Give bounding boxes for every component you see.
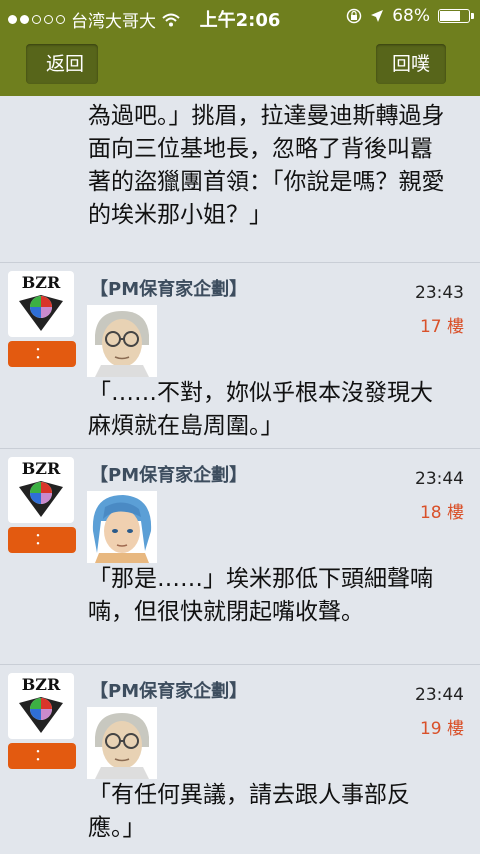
post-time: 23:43	[415, 283, 464, 303]
status-bar: 台湾大哥大 上午2:06 68%	[0, 0, 480, 34]
post-17: BZR ： 【PM保育家企劃】 23:43 17 樓 「……不對，妳似乎根本沒發…	[0, 262, 480, 449]
post-18: BZR ： 【PM保育家企劃】 23:44 18 樓 「那是……」埃米那低下頭細…	[0, 448, 480, 665]
post-text: 「有任何異議，請去跟人事部反應。」	[88, 782, 410, 841]
post-author[interactable]: 【PM保育家企劃】	[90, 461, 247, 487]
more-button[interactable]: ：	[8, 341, 76, 367]
avatar-blue-haired-girl[interactable]	[87, 491, 157, 563]
battery-icon	[438, 9, 474, 23]
location-icon	[371, 10, 384, 22]
battery-percent: 68%	[392, 6, 430, 26]
thread-content[interactable]: 為過吧。」挑眉，拉達曼迪斯轉過身面向三位基地長，忽略了背後叫囂著的盜獵團首領：「…	[0, 96, 480, 854]
bzr-logo: BZR	[8, 271, 74, 337]
avatar-elderly-man[interactable]	[87, 305, 157, 377]
post-time: 23:44	[415, 469, 464, 489]
more-button[interactable]: ：	[8, 527, 76, 553]
avatar-elderly-man[interactable]	[87, 707, 157, 779]
post-author[interactable]: 【PM保育家企劃】	[90, 275, 247, 301]
post-19: BZR ： 【PM保育家企劃】 23:44 19 樓 「有任何異議，請去跟人事部…	[0, 664, 480, 854]
previous-post-text: 為過吧。」挑眉，拉達曼迪斯轉過身面向三位基地長，忽略了背後叫囂著的盜獵團首領：「…	[88, 103, 445, 228]
post-floor: 19 樓	[419, 719, 464, 739]
nav-bar: 返回 回噗	[0, 34, 480, 96]
reply-button[interactable]: 回噗	[376, 44, 446, 84]
post-floor: 17 樓	[419, 317, 464, 337]
back-button[interactable]: 返回	[26, 44, 99, 84]
more-button[interactable]: ：	[8, 743, 76, 769]
post-text: 「……不對，妳似乎根本沒發現大麻煩就在島周圍。」	[88, 380, 433, 439]
post-time: 23:44	[415, 685, 464, 705]
rotation-lock-icon	[346, 8, 362, 24]
post-text: 「那是……」埃米那低下頭細聲喃喃，但很快就閉起嘴收聲。	[88, 566, 433, 625]
post-floor: 18 樓	[419, 503, 464, 523]
bzr-logo: BZR	[8, 457, 74, 523]
post-author[interactable]: 【PM保育家企劃】	[90, 677, 247, 703]
bzr-logo: BZR	[8, 673, 74, 739]
